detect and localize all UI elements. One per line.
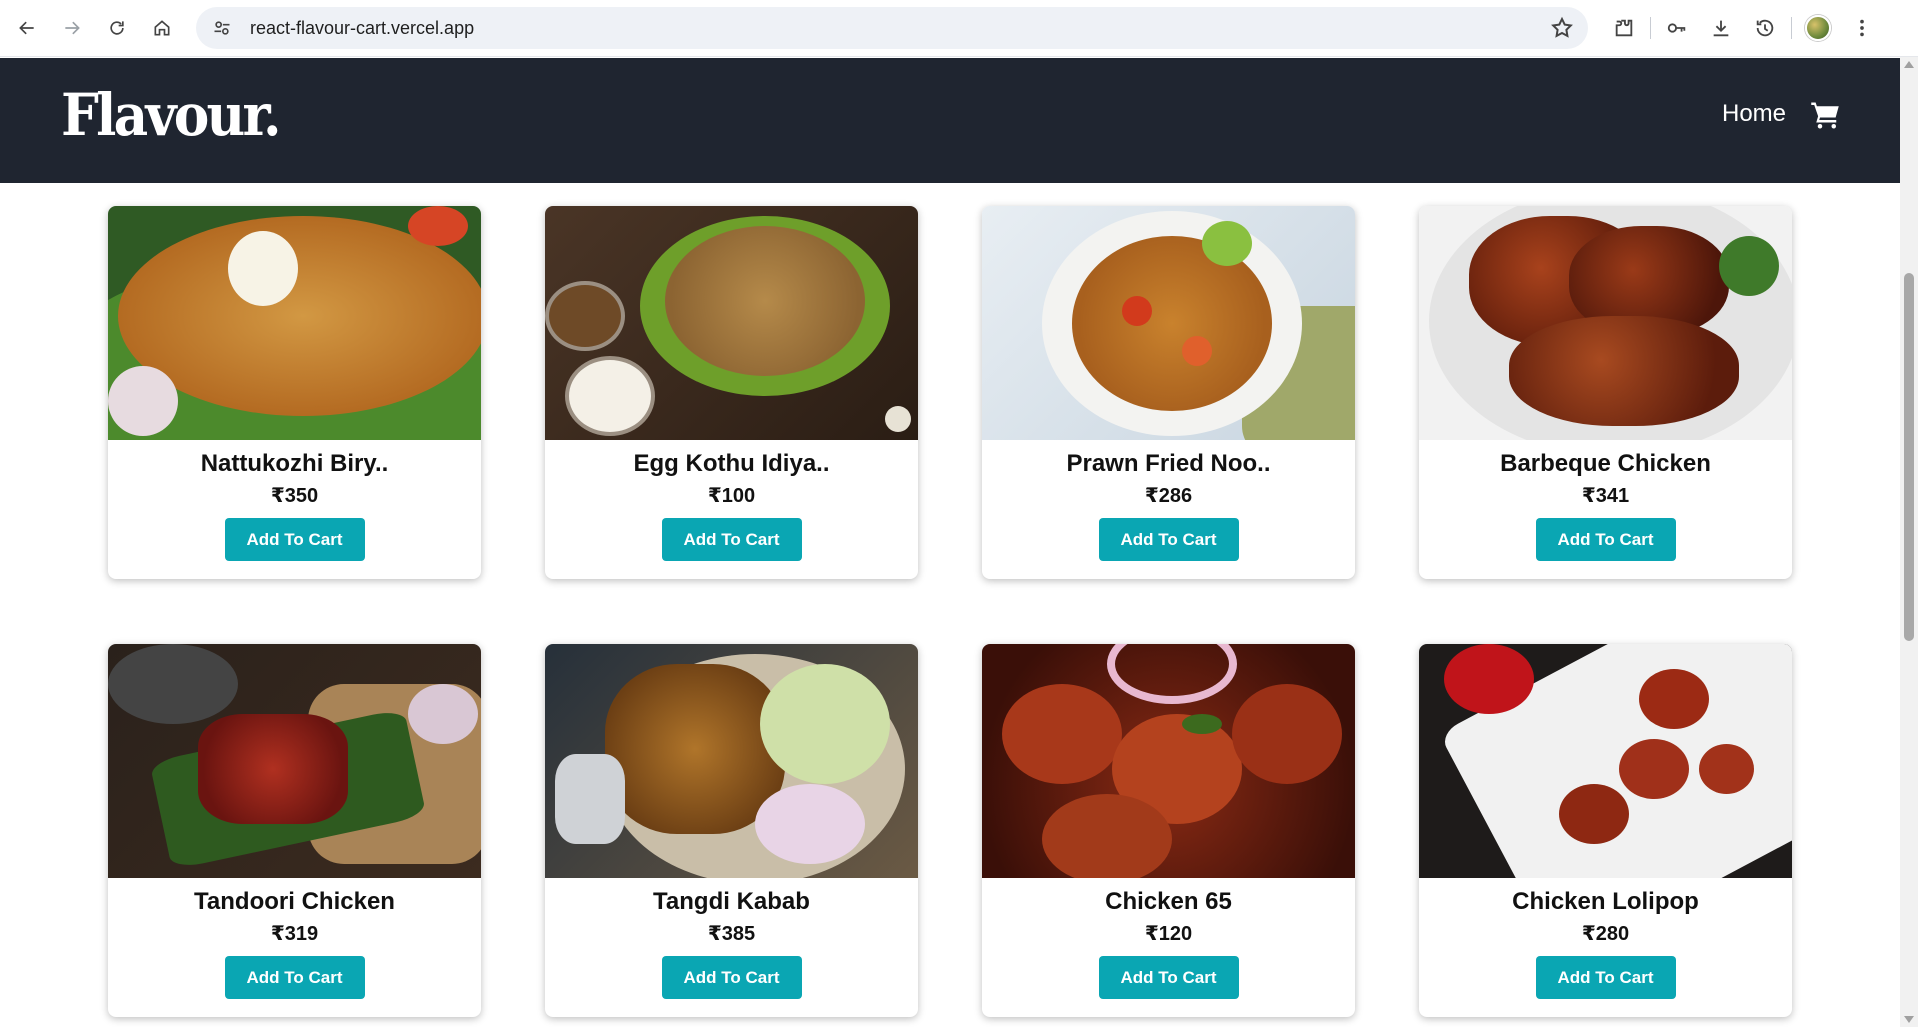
add-to-cart-button[interactable]: Add To Cart bbox=[1535, 518, 1676, 561]
product-price: ₹280 bbox=[1581, 923, 1630, 945]
address-bar[interactable]: react-flavour-cart.vercel.app bbox=[196, 7, 1588, 49]
star-icon[interactable] bbox=[1550, 16, 1574, 40]
product-name: Tangdi Kabab bbox=[653, 888, 810, 915]
scroll-down-arrow-icon[interactable] bbox=[1904, 1016, 1914, 1023]
product-name: Egg Kothu Idiya.. bbox=[633, 450, 830, 477]
product-name: Barbeque Chicken bbox=[1500, 450, 1711, 477]
scrollbar-thumb[interactable] bbox=[1904, 273, 1914, 641]
product-price: ₹319 bbox=[270, 923, 319, 945]
toolbar-divider bbox=[1650, 17, 1651, 39]
product-price: ₹286 bbox=[1144, 485, 1193, 507]
add-to-cart-button[interactable]: Add To Cart bbox=[1098, 956, 1239, 999]
product-image bbox=[108, 644, 481, 878]
toolbar-actions bbox=[1602, 7, 1884, 49]
scroll-up-arrow-icon[interactable] bbox=[1904, 61, 1914, 68]
product-name: Chicken 65 bbox=[1105, 888, 1232, 915]
product-card: Tandoori Chicken ₹319 Add To Cart bbox=[108, 644, 481, 1017]
product-price: ₹120 bbox=[1144, 923, 1193, 945]
brand-logo[interactable]: Flavour. bbox=[61, 86, 282, 144]
add-to-cart-button[interactable]: Add To Cart bbox=[1098, 518, 1239, 561]
password-key-icon[interactable] bbox=[1655, 7, 1699, 49]
forward-icon[interactable] bbox=[50, 6, 94, 50]
product-image bbox=[1419, 206, 1792, 440]
product-card: Barbeque Chicken ₹341 Add To Cart bbox=[1419, 206, 1792, 579]
product-price: ₹350 bbox=[270, 485, 319, 507]
product-price: ₹100 bbox=[707, 485, 756, 507]
menu-icon[interactable] bbox=[1840, 7, 1884, 49]
product-price: ₹341 bbox=[1581, 485, 1630, 507]
product-card: Nattukozhi Biry.. ₹350 Add To Cart bbox=[108, 206, 481, 579]
home-icon[interactable] bbox=[140, 6, 184, 50]
product-card: Chicken 65 ₹120 Add To Cart bbox=[982, 644, 1355, 1017]
download-icon[interactable] bbox=[1699, 7, 1743, 49]
product-name: Prawn Fried Noo.. bbox=[1066, 450, 1271, 477]
app-header: Flavour. Home bbox=[0, 58, 1900, 183]
toolbar-divider bbox=[1791, 17, 1792, 39]
add-to-cart-button[interactable]: Add To Cart bbox=[1535, 956, 1676, 999]
site-info-icon[interactable] bbox=[210, 16, 234, 40]
history-icon[interactable] bbox=[1743, 7, 1787, 49]
add-to-cart-button[interactable]: Add To Cart bbox=[661, 518, 802, 561]
product-image bbox=[108, 206, 481, 440]
nav-home-link[interactable]: Home bbox=[1722, 100, 1786, 128]
product-name: Nattukozhi Biry.. bbox=[200, 450, 389, 477]
add-to-cart-button[interactable]: Add To Cart bbox=[661, 956, 802, 999]
reload-icon[interactable] bbox=[95, 6, 139, 50]
product-card: Chicken Lolipop ₹280 Add To Cart bbox=[1419, 644, 1792, 1017]
add-to-cart-button[interactable]: Add To Cart bbox=[224, 956, 365, 999]
product-image bbox=[982, 206, 1355, 440]
product-image bbox=[545, 206, 918, 440]
product-card: Egg Kothu Idiya.. ₹100 Add To Cart bbox=[545, 206, 918, 579]
cart-icon[interactable] bbox=[1810, 100, 1840, 130]
product-image bbox=[545, 644, 918, 878]
browser-toolbar: react-flavour-cart.vercel.app bbox=[0, 0, 1918, 57]
page-scrollbar[interactable] bbox=[1900, 57, 1918, 1027]
profile-avatar[interactable] bbox=[1796, 7, 1840, 49]
extensions-icon[interactable] bbox=[1602, 7, 1646, 49]
product-price: ₹385 bbox=[707, 923, 756, 945]
product-image bbox=[1419, 644, 1792, 878]
product-card: Tangdi Kabab ₹385 Add To Cart bbox=[545, 644, 918, 1017]
add-to-cart-button[interactable]: Add To Cart bbox=[224, 518, 365, 561]
product-card: Prawn Fried Noo.. ₹286 Add To Cart bbox=[982, 206, 1355, 579]
url-text[interactable]: react-flavour-cart.vercel.app bbox=[250, 18, 474, 39]
product-name: Chicken Lolipop bbox=[1512, 888, 1699, 915]
back-icon[interactable] bbox=[5, 6, 49, 50]
product-image bbox=[982, 644, 1355, 878]
product-name: Tandoori Chicken bbox=[194, 888, 395, 915]
